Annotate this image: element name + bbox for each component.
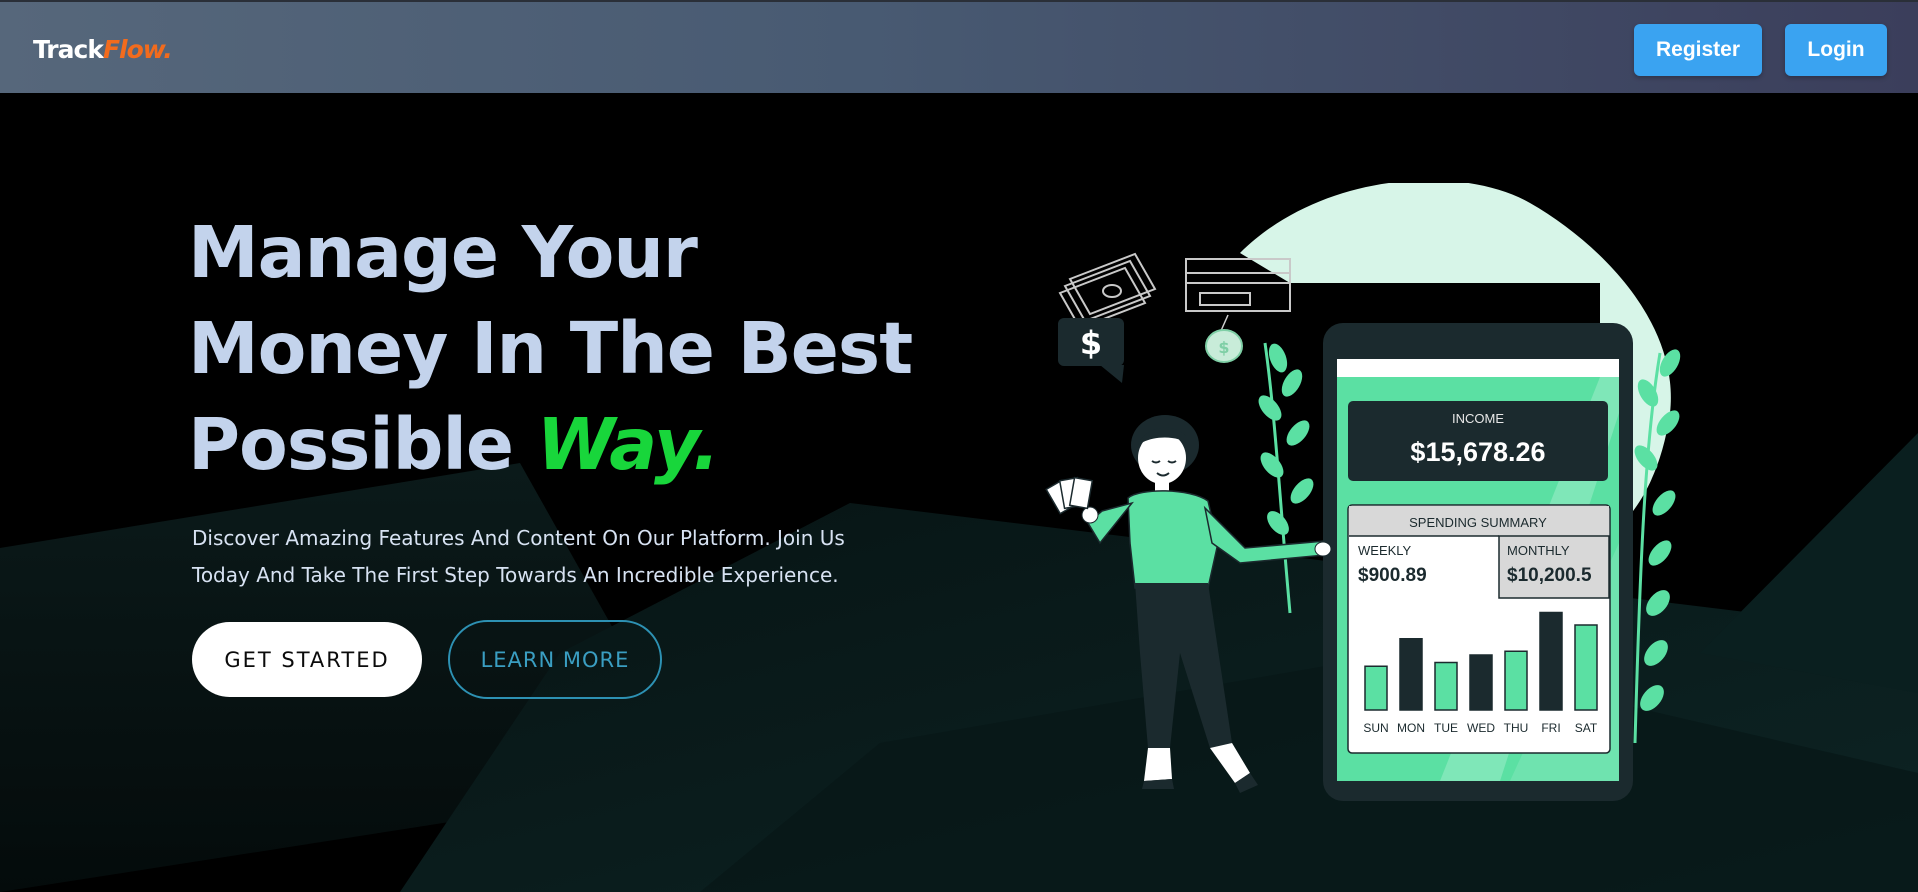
weekly-label: WEEKLY (1358, 543, 1412, 558)
headline-line-2: Money In The Best (188, 307, 913, 390)
bar-mon (1399, 638, 1423, 711)
income-value: $15,678.26 (1410, 437, 1545, 467)
bar-thu (1504, 650, 1528, 711)
monthly-label: MONTHLY (1507, 543, 1570, 558)
hero-section: Manage Your Money In The Best Possible W… (0, 93, 1918, 892)
headline-line-1: Manage Your (188, 211, 698, 294)
subtitle-line-2: Today And Take The First Step Towards An… (192, 563, 839, 587)
subtitle-line-1: Discover Amazing Features And Content On… (192, 526, 845, 550)
plant-left-icon (1258, 342, 1314, 614)
trackflow-logo[interactable]: TrackFlow. (33, 35, 173, 64)
cash-stack-icon (1058, 252, 1157, 330)
tick-label-thu: THU (1504, 721, 1529, 735)
hero-subtitle: Discover Amazing Features And Content On… (192, 520, 912, 594)
weekly-value: $900.89 (1358, 565, 1427, 586)
monthly-value: $10,200.5 (1507, 565, 1592, 586)
logo-text-flow: Flow. (102, 35, 173, 64)
logo-text-track: Track (33, 35, 104, 64)
tick-label-tue: TUE (1434, 721, 1458, 735)
headline-line-3: Possible Way. (188, 397, 968, 493)
bar-sun (1364, 665, 1388, 711)
finance-illustration: $ $ INCOME $15,678.26 SPENDING SUMMARY W… (1045, 183, 1681, 801)
bar-tue (1434, 661, 1458, 711)
income-label: INCOME (1452, 411, 1504, 426)
headline-possible: Possible (188, 403, 514, 486)
tick-label-fri: FRI (1541, 721, 1560, 735)
tick-label-sun: SUN (1363, 721, 1388, 735)
login-button[interactable]: Login (1785, 24, 1887, 76)
spending-summary-title: SPENDING SUMMARY (1409, 515, 1547, 530)
hero-headline: Manage Your Money In The Best Possible W… (188, 205, 968, 493)
coin-icon: $ (1205, 314, 1243, 363)
register-button[interactable]: Register (1634, 24, 1762, 76)
learn-more-button[interactable]: LEARN MORE (448, 620, 662, 699)
tick-label-wed: WED (1467, 721, 1495, 735)
tick-label-mon: MON (1397, 721, 1425, 735)
coin-dollar: $ (1218, 338, 1229, 357)
bar-sat (1574, 624, 1598, 711)
get-started-button[interactable]: GET STARTED (192, 622, 422, 697)
bubble-dollar-sign: $ (1080, 324, 1102, 362)
bar-fri (1539, 611, 1563, 711)
tick-label-sat: SAT (1575, 721, 1598, 735)
headline-accent-way: Way. (536, 403, 720, 486)
top-navbar: TrackFlow. Register Login (0, 0, 1918, 93)
dollar-speech-bubble: $ (1058, 318, 1124, 383)
bar-wed (1469, 654, 1493, 711)
